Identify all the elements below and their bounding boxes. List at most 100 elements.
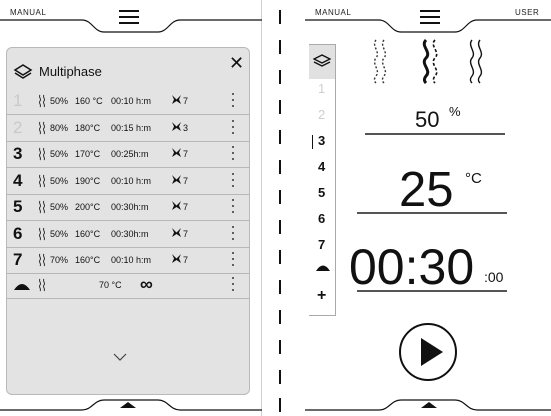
temperature-underline (357, 212, 507, 214)
phase-row[interactable]: 7 70% 160°C 00:10 h:m 7 (7, 247, 249, 274)
phase-row[interactable]: 3 50% 170°C 00:25h:m 7 (7, 141, 249, 168)
phase-row[interactable]: 4 50% 190°C 00:10 h:m 7 (7, 168, 249, 195)
phase-number: 2 (13, 117, 23, 137)
fan-icon (172, 227, 181, 237)
steam-icon (38, 121, 46, 134)
steam-icon-medium[interactable] (417, 38, 443, 84)
phase-time: 00:25h:m (111, 149, 149, 159)
phase-strip-item[interactable]: 1 (318, 81, 325, 96)
phase-time: 00:30h:m (111, 202, 149, 212)
phase-row[interactable]: 1 50% 160 °C 00:10 h:m 7 (7, 88, 249, 115)
layers-icon (13, 64, 33, 79)
layers-button[interactable] (309, 45, 335, 79)
phase-humidity: 50% (50, 96, 69, 106)
temperature-value[interactable]: 25 (399, 162, 454, 218)
phase-temperature: 160°C (75, 255, 101, 265)
phase-time: 00:10 h:m (111, 175, 152, 186)
phase-temperature: 160 °C (75, 96, 103, 106)
time-seconds: :00 (484, 269, 504, 285)
phase-time: 00:30h:m (111, 228, 149, 239)
phase-number: 5 (13, 197, 23, 216)
phase-humidity: 50% (50, 149, 69, 159)
more-vertical-icon[interactable] (231, 92, 235, 108)
more-vertical-icon[interactable] (231, 276, 235, 292)
hamburger-menu-icon[interactable] (420, 10, 440, 24)
phase-row[interactable]: 6 50% 160°C 00:30h:m 7 (7, 221, 249, 248)
infinity-icon: ∞ (140, 274, 153, 294)
steam-icon (38, 94, 46, 108)
steam-icon (38, 253, 46, 267)
phase-strip: 1 2 3 4 5 6 7 + (309, 44, 336, 316)
phase-strip-item[interactable]: 2 (318, 107, 325, 122)
steam-icon (38, 174, 46, 187)
phase-humidity: 50% (50, 202, 69, 212)
fan-icon (172, 174, 181, 184)
active-phase-marker (312, 135, 313, 149)
steam-icon (38, 227, 46, 240)
more-vertical-icon[interactable] (231, 145, 235, 161)
steam-icon (38, 147, 46, 161)
phase-temperature: 200°C (75, 202, 101, 212)
chevron-up-icon (421, 402, 437, 408)
phase-fan-level: 7 (183, 255, 189, 265)
fan-icon (172, 121, 181, 131)
phase-number: 3 (13, 144, 23, 163)
phase-number: 1 (13, 91, 23, 110)
phase-strip-item-active[interactable]: 3 (318, 133, 325, 148)
phase-temperature: 190°C (75, 175, 101, 186)
phase-row[interactable]: 2 80% 180°C 00:15 h:m 3 (7, 115, 249, 142)
phase-humidity: 80% (50, 122, 69, 133)
phase-strip-item[interactable]: 7 (318, 237, 325, 252)
phase-fan-level: 7 (183, 149, 189, 159)
phase-fan-level: 3 (183, 122, 189, 133)
bottom-tab-outline (305, 399, 551, 411)
phase-time: 00:10 h:m (111, 96, 152, 106)
phase-temperature: 170°C (75, 149, 101, 159)
phase-number: 7 (13, 250, 23, 269)
phase-fan-level: 7 (183, 96, 189, 106)
play-icon[interactable] (398, 322, 458, 382)
chevron-up-icon (120, 402, 136, 408)
plus-icon[interactable]: + (317, 287, 326, 305)
left-panel: MANUAL Multiphase ✕ 1 50% 160 °C 00:10 h:m 7… (0, 0, 262, 416)
humidity-underline (365, 133, 505, 135)
more-vertical-icon[interactable] (231, 225, 235, 241)
phase-strip-item[interactable]: 4 (318, 159, 325, 174)
phase-strip-item[interactable]: 5 (318, 185, 325, 200)
fan-icon (172, 95, 181, 104)
layers-icon (313, 54, 331, 67)
more-vertical-icon[interactable] (231, 172, 235, 188)
more-vertical-icon[interactable] (231, 119, 235, 135)
phase-strip-item[interactable]: 6 (318, 211, 325, 226)
hold-dome-icon[interactable] (315, 263, 331, 272)
phase-row[interactable]: 5 50% 200°C 00:30h:m 7 (7, 194, 249, 221)
temperature-unit: °C (465, 170, 482, 187)
chevron-down-icon[interactable] (113, 353, 127, 361)
phase-time: 00:15 h:m (111, 122, 152, 133)
hold-temperature: 70 °C (99, 280, 122, 290)
more-vertical-icon[interactable] (231, 251, 235, 267)
more-vertical-icon[interactable] (231, 198, 235, 214)
phase-number: 6 (13, 223, 23, 243)
close-icon[interactable]: ✕ (229, 54, 244, 72)
steam-icon-high[interactable] (465, 38, 487, 84)
phase-temperature: 160°C (75, 228, 101, 239)
multiphase-card: Multiphase ✕ 1 50% 160 °C 00:10 h:m 7 2 80% 180… (6, 47, 250, 395)
time-value[interactable]: 00:30 (349, 238, 474, 296)
phase-humidity: 50% (50, 228, 69, 239)
hamburger-menu-icon[interactable] (119, 10, 139, 24)
hold-phase-row[interactable]: 70 °C ∞ (7, 272, 249, 299)
phase-fan-level: 7 (183, 175, 189, 186)
fan-icon (172, 254, 181, 263)
steam-icon-low[interactable] (369, 38, 391, 84)
bottom-tab-outline (0, 399, 262, 411)
panel-divider (279, 0, 281, 416)
hold-dome-icon (14, 284, 30, 290)
phase-time: 00:10 h:m (111, 255, 152, 265)
steam-icon (38, 200, 46, 214)
humidity-unit: % (449, 104, 461, 119)
fan-icon (172, 201, 181, 210)
humidity-value[interactable]: 50 (415, 107, 439, 133)
time-underline (357, 290, 507, 292)
steam-icon (38, 278, 46, 292)
